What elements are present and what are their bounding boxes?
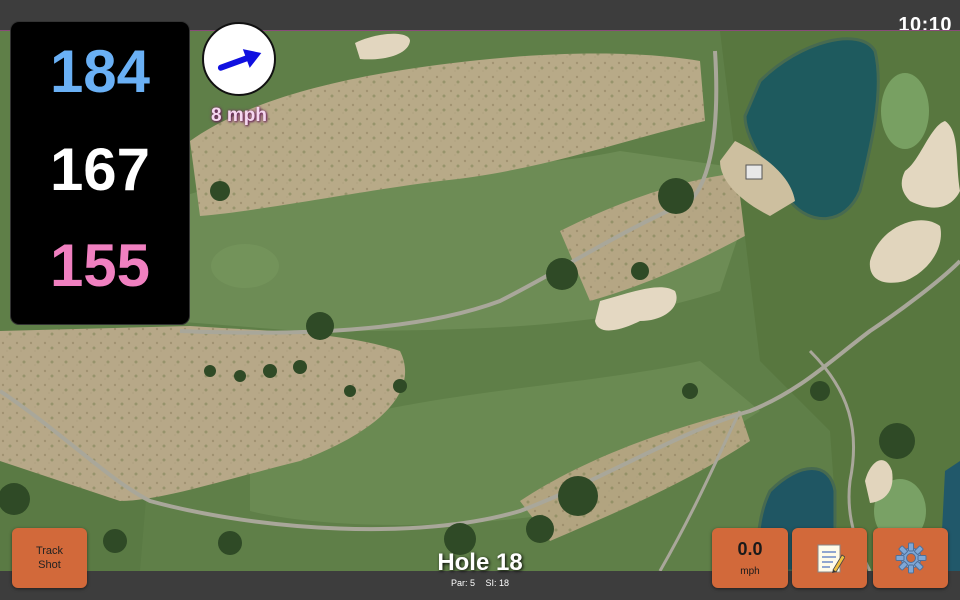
yardage-front: 155 [49, 232, 151, 299]
settings-button[interactable] [873, 528, 948, 588]
wind-speed-label: 8 mph [211, 105, 267, 126]
yardage-back: 184 [49, 38, 151, 105]
speed-button[interactable]: 0.0 mph [712, 528, 788, 588]
notepad-icon [817, 544, 845, 573]
hole-par: Par: 5 [450, 578, 475, 588]
wind-indicator [202, 22, 276, 96]
hole-stroke-index: SI: 18 [485, 578, 510, 588]
notes-button[interactable] [792, 528, 867, 588]
arrow-right-icon [217, 49, 262, 71]
gear-icon [895, 542, 926, 574]
track-shot-label-line1: Track [35, 545, 64, 557]
yardage-panel: 184 167 155 [11, 22, 189, 324]
speed-value: 0.0 [737, 539, 763, 559]
yardage-middle: 167 [49, 136, 151, 203]
hole-title: Hole 18 [437, 549, 523, 576]
hole-info: Par: 5 SI: 18 [380, 578, 580, 588]
track-shot-label-line2: Shot [38, 559, 61, 571]
track-shot-button[interactable]: Track Shot [12, 528, 87, 588]
speed-unit: mph [740, 566, 760, 577]
